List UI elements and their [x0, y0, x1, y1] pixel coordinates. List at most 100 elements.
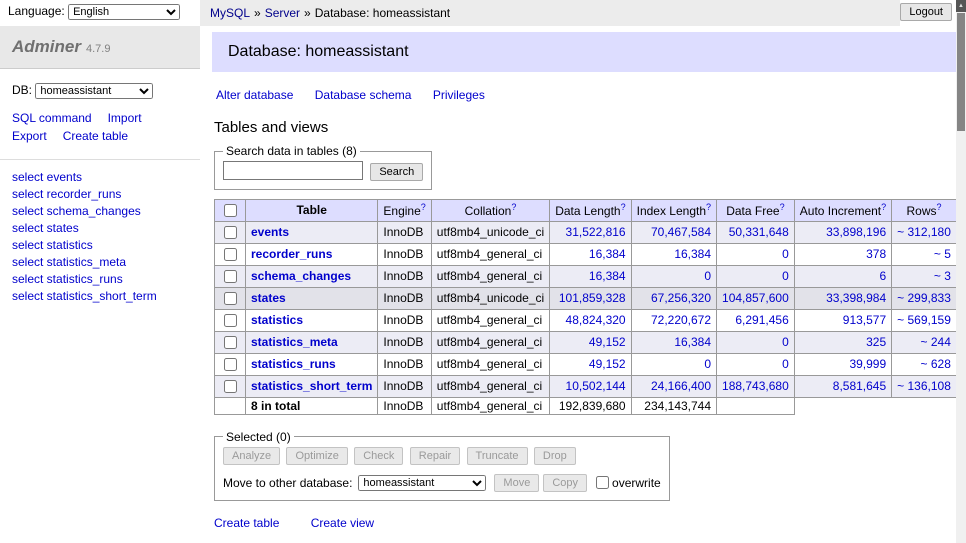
sidebar-item-select-recorder-runs[interactable]: select recorder_runs: [12, 187, 188, 201]
cell-auto-increment: 6: [794, 265, 891, 287]
database-schema-link[interactable]: Database schema: [315, 88, 412, 102]
breadcrumb-link-mysql[interactable]: MySQL: [210, 6, 250, 20]
cell-collation: utf8mb4_general_ci: [431, 243, 549, 265]
help-icon[interactable]: ?: [780, 202, 785, 212]
table-header-row: Table Engine? Collation? Data Length? In…: [215, 199, 966, 221]
cell-data-length: 48,824,320: [550, 309, 631, 331]
table-link[interactable]: events: [251, 225, 289, 239]
table-link[interactable]: recorder_runs: [251, 247, 332, 261]
rows-count-link[interactable]: ~ 299,833: [897, 291, 951, 305]
scrollbar[interactable]: ▲: [956, 0, 966, 543]
row-checkbox[interactable]: [224, 380, 237, 393]
row-checkbox[interactable]: [224, 292, 237, 305]
overwrite-checkbox[interactable]: [596, 476, 609, 489]
rows-count-link[interactable]: ~ 244: [921, 335, 951, 349]
cell-index-length: 24,166,400: [631, 375, 716, 397]
sidebar-item-select-states[interactable]: select states: [12, 221, 188, 235]
check-button[interactable]: Check: [354, 447, 403, 465]
selected-buttons: Analyze Optimize Check Repair Truncate D…: [223, 447, 661, 465]
adminer-version: 4.7.9: [86, 43, 110, 55]
table-row-statistics: statistics InnoDB utf8mb4_general_ci 48,…: [215, 309, 966, 331]
sidebar-link-create-table[interactable]: Create table: [63, 129, 128, 143]
table-row-recorder-runs: recorder_runs InnoDB utf8mb4_general_ci …: [215, 243, 966, 265]
breadcrumb-link-server[interactable]: Server: [265, 6, 300, 20]
total-index-length: 234,143,744: [631, 397, 716, 414]
table-link[interactable]: schema_changes: [251, 269, 351, 283]
help-icon[interactable]: ?: [881, 202, 886, 212]
search-input[interactable]: [223, 161, 363, 180]
adminer-logo[interactable]: Adminer: [12, 37, 81, 56]
truncate-button[interactable]: Truncate: [467, 447, 528, 465]
scrollbar-thumb[interactable]: [957, 13, 965, 131]
row-checkbox[interactable]: [224, 270, 237, 283]
analyze-button[interactable]: Analyze: [223, 447, 280, 465]
row-checkbox[interactable]: [224, 248, 237, 261]
cell-auto-increment: 39,999: [794, 353, 891, 375]
cell-engine: InnoDB: [378, 221, 431, 243]
sidebar-link-import[interactable]: Import: [108, 111, 142, 125]
cell-collation: utf8mb4_unicode_ci: [431, 221, 549, 243]
sidebar-item-select-statistics-runs[interactable]: select statistics_runs: [12, 272, 188, 286]
table-link[interactable]: statistics_short_term: [251, 379, 372, 393]
optimize-button[interactable]: Optimize: [286, 447, 347, 465]
move-label: Move to other database:: [223, 476, 352, 490]
cell-auto-increment: 33,398,984: [794, 287, 891, 309]
row-checkbox[interactable]: [224, 336, 237, 349]
sidebar-link-export[interactable]: Export: [12, 129, 47, 143]
cell-engine: InnoDB: [378, 243, 431, 265]
create-view-link[interactable]: Create view: [311, 516, 374, 530]
cell-data-free: 0: [717, 353, 795, 375]
total-data-length: 192,839,680: [550, 397, 631, 414]
sidebar-item-select-events[interactable]: select events: [12, 170, 188, 184]
create-links: Create table Create view: [214, 516, 966, 530]
cell-collation: utf8mb4_general_ci: [431, 375, 549, 397]
move-db-select[interactable]: homeassistant: [358, 475, 486, 491]
alter-database-link[interactable]: Alter database: [216, 88, 293, 102]
logout-button[interactable]: Logout: [900, 3, 952, 21]
table-link[interactable]: statistics_meta: [251, 335, 338, 349]
search-button[interactable]: Search: [370, 163, 423, 181]
cell-index-length: 67,256,320: [631, 287, 716, 309]
help-icon[interactable]: ?: [421, 202, 426, 212]
sidebar: Adminer4.7.9 DB: homeassistant SQL comma…: [0, 26, 200, 543]
db-select[interactable]: homeassistant: [35, 83, 153, 99]
sidebar-link-sql-command[interactable]: SQL command: [12, 111, 92, 125]
cell-data-free: 0: [717, 243, 795, 265]
header-auto-increment: Auto Increment?: [794, 199, 891, 221]
rows-count-link[interactable]: ~ 5: [934, 247, 951, 261]
sidebar-item-select-statistics-short-term[interactable]: select statistics_short_term: [12, 289, 188, 303]
cell-collation: utf8mb4_unicode_ci: [431, 287, 549, 309]
rows-count-link[interactable]: ~ 136,108: [897, 379, 951, 393]
rows-count-link[interactable]: ~ 312,180: [897, 225, 951, 239]
table-link[interactable]: states: [251, 291, 286, 305]
row-checkbox[interactable]: [224, 226, 237, 239]
scroll-up-arrow-icon[interactable]: ▲: [956, 0, 966, 12]
rows-count-link[interactable]: ~ 3: [934, 269, 951, 283]
cell-engine: InnoDB: [378, 375, 431, 397]
copy-button[interactable]: Copy: [543, 474, 587, 492]
rows-count-link[interactable]: ~ 569,159: [897, 313, 951, 327]
privileges-link[interactable]: Privileges: [433, 88, 485, 102]
row-checkbox[interactable]: [224, 358, 237, 371]
select-all-checkbox[interactable]: [224, 204, 237, 217]
cell-data-free: 6,291,456: [717, 309, 795, 331]
cell-data-length: 16,384: [550, 265, 631, 287]
help-icon[interactable]: ?: [706, 202, 711, 212]
help-icon[interactable]: ?: [511, 202, 516, 212]
row-checkbox[interactable]: [224, 314, 237, 327]
table-link[interactable]: statistics: [251, 313, 303, 327]
sidebar-item-select-schema-changes[interactable]: select schema_changes: [12, 204, 188, 218]
language-select[interactable]: English: [68, 4, 180, 20]
sidebar-item-select-statistics[interactable]: select statistics: [12, 238, 188, 252]
move-button[interactable]: Move: [494, 474, 539, 492]
drop-button[interactable]: Drop: [534, 447, 576, 465]
help-icon[interactable]: ?: [937, 202, 942, 212]
create-table-link[interactable]: Create table: [214, 516, 279, 530]
help-icon[interactable]: ?: [621, 202, 626, 212]
table-row-events: events InnoDB utf8mb4_unicode_ci 31,522,…: [215, 221, 966, 243]
table-link[interactable]: statistics_runs: [251, 357, 336, 371]
search-legend: Search data in tables (8): [223, 144, 360, 158]
sidebar-item-select-statistics-meta[interactable]: select statistics_meta: [12, 255, 188, 269]
rows-count-link[interactable]: ~ 628: [921, 357, 951, 371]
repair-button[interactable]: Repair: [410, 447, 460, 465]
